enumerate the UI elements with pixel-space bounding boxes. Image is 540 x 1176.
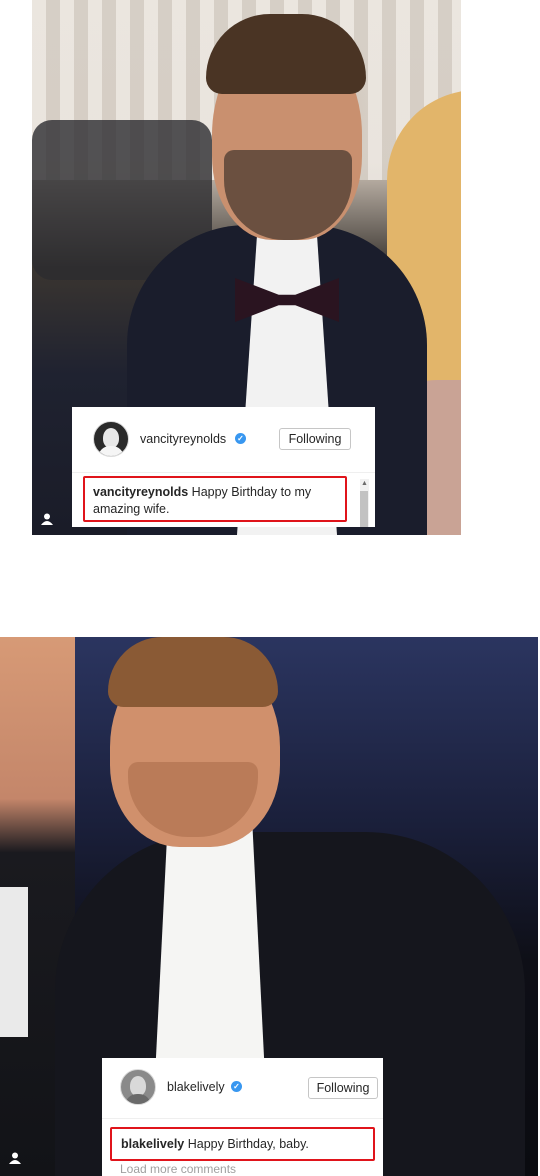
post-username[interactable]: blakelively — [167, 1080, 225, 1094]
man-hair — [108, 637, 278, 707]
user-tag-icon[interactable] — [9, 1152, 21, 1167]
load-more-comments-link[interactable]: Load more comments — [120, 1162, 236, 1176]
scrollbar-thumb[interactable] — [360, 491, 368, 527]
post-header: vancityreynolds ✓ Following — [72, 407, 375, 473]
highlighted-comment: vancityreynolds Happy Birthday to my ama… — [83, 476, 347, 522]
comment-text: Happy Birthday, baby. — [187, 1137, 309, 1151]
avatar[interactable] — [93, 421, 129, 457]
instagram-post-card-1: vancityreynolds ✓ Following vancityreyno… — [72, 407, 375, 527]
highlighted-comment: blakelively Happy Birthday, baby. — [110, 1127, 375, 1161]
left-person-shirt — [0, 887, 28, 1037]
verified-badge-icon: ✓ — [231, 1081, 242, 1092]
following-button[interactable]: Following — [308, 1077, 378, 1099]
instagram-post-card-2: blakelively ✓ Following blakelively Happ… — [102, 1058, 383, 1176]
post-username[interactable]: vancityreynolds — [140, 432, 226, 446]
following-button[interactable]: Following — [279, 428, 351, 450]
comment-username[interactable]: blakelively — [121, 1137, 184, 1151]
scroll-up-arrow-icon[interactable]: ▲ — [360, 479, 369, 488]
avatar[interactable] — [120, 1069, 156, 1105]
post-header: blakelively ✓ Following — [102, 1058, 383, 1119]
comment-username[interactable]: vancityreynolds — [93, 485, 188, 499]
user-tag-icon[interactable] — [41, 513, 53, 528]
verified-badge-icon: ✓ — [235, 433, 246, 444]
